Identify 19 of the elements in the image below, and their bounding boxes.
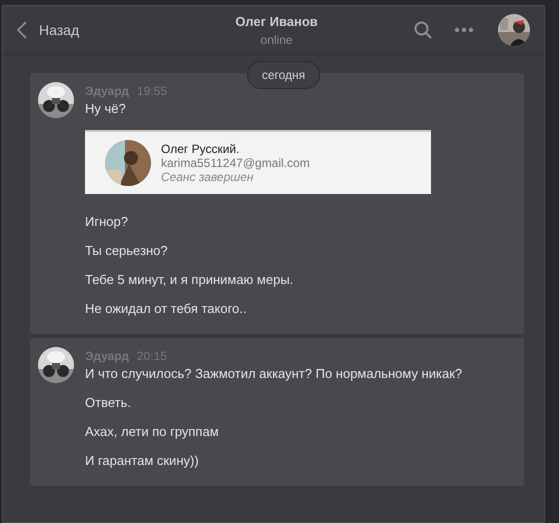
account-name: Олег Русский. xyxy=(161,142,240,156)
contact-name: Олег Иванов xyxy=(235,14,318,28)
message-text: И что случилось? Зажмотил аккаунт? По нормальному никак? xyxy=(85,366,464,381)
message-text: Игнор? xyxy=(85,214,129,229)
date-divider: сегодня xyxy=(246,61,320,89)
message-text: Не ожидал от тебя такого.. xyxy=(85,301,248,316)
account-email: karima5511247@gmail.com xyxy=(161,156,310,170)
more-icon[interactable] xyxy=(454,27,474,33)
back-icon xyxy=(17,21,27,39)
message-text: Ответь. xyxy=(85,395,132,410)
message-text: Тебе 5 минут, и я принимаю меры. xyxy=(85,272,294,287)
message-text: И гарантам скину)) xyxy=(85,453,200,468)
session-status: Сеанс завершен xyxy=(161,170,255,184)
contact-status: online xyxy=(260,32,293,46)
message-text: Ахах, лети по группам xyxy=(85,424,220,439)
search-icon[interactable] xyxy=(414,21,432,39)
back-button[interactable]: Назад xyxy=(17,21,80,39)
message-text: Ну чё? xyxy=(85,101,127,116)
message-text: Ты серьезно? xyxy=(85,243,169,258)
